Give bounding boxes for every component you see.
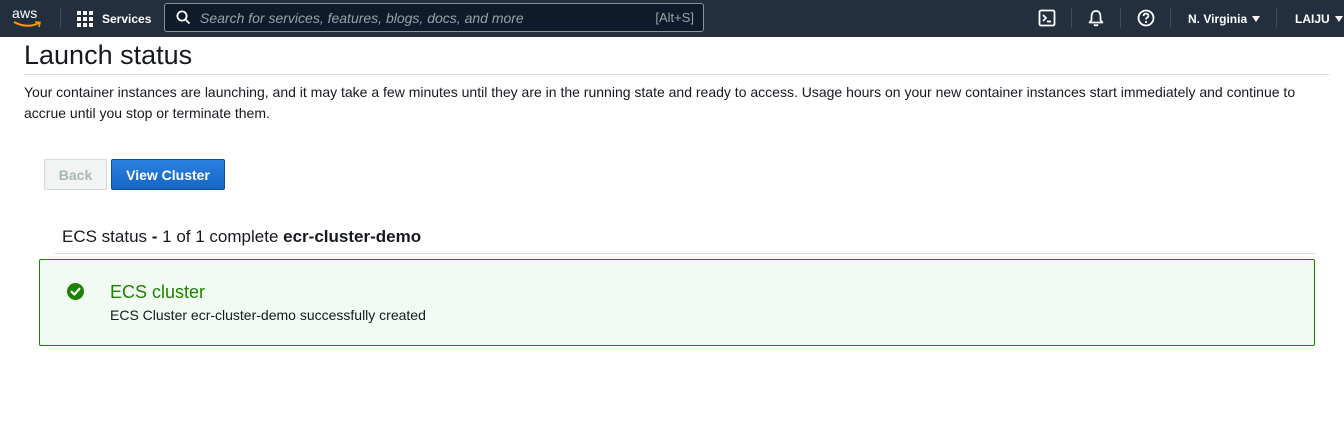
view-cluster-button[interactable]: View Cluster — [111, 159, 225, 190]
nav-divider — [1170, 8, 1171, 28]
nav-divider — [1120, 8, 1121, 28]
nav-divider — [1276, 8, 1277, 28]
nav-divider — [60, 8, 61, 28]
caret-down-icon — [1252, 15, 1261, 22]
services-label: Services — [102, 11, 152, 26]
success-check-icon — [67, 283, 84, 300]
aws-smile-icon — [13, 21, 41, 28]
back-button[interactable]: Back — [44, 159, 107, 190]
account-label: LAIJU — [1295, 11, 1330, 26]
search-box[interactable]: [Alt+S] — [164, 3, 704, 32]
aws-logo[interactable]: aws — [12, 5, 46, 31]
region-label: N. Virginia — [1188, 11, 1248, 26]
caret-down-icon — [1334, 15, 1343, 22]
grid-icon — [77, 10, 93, 27]
bell-icon[interactable] — [1086, 8, 1106, 28]
account-menu[interactable]: LAIJU — [1295, 0, 1343, 37]
page-description: Your container instances are launching, … — [24, 84, 1296, 121]
search-input[interactable] — [200, 4, 620, 31]
services-menu-button[interactable]: Services — [77, 0, 151, 37]
status-separator: - — [147, 227, 163, 246]
page-title: Launch status — [24, 40, 193, 70]
nav-divider — [1071, 8, 1072, 28]
success-title: ECS cluster — [110, 282, 206, 302]
ecs-status-heading: ECS status - 1 of 1 complete ecr-cluster… — [62, 227, 421, 247]
region-selector[interactable]: N. Virginia — [1188, 0, 1261, 37]
success-message: ECS Cluster ecr-cluster-demo successfull… — [110, 307, 426, 323]
aws-logo-text: aws — [12, 5, 38, 21]
status-divider — [55, 253, 1315, 254]
search-shortcut-hint: [Alt+S] — [655, 10, 694, 25]
status-progress: 1 of 1 complete — [162, 227, 279, 246]
status-cluster-name: ecr-cluster-demo — [283, 227, 422, 246]
search-icon — [176, 10, 191, 25]
status-label: ECS status — [62, 227, 148, 246]
top-navigation-bar: aws Services [Alt+S] — [0, 0, 1344, 37]
cloudshell-icon[interactable] — [1037, 8, 1057, 28]
success-alert: ECS cluster ECS Cluster ecr-cluster-demo… — [39, 259, 1315, 346]
help-icon[interactable] — [1136, 8, 1156, 28]
title-divider — [24, 74, 1329, 75]
